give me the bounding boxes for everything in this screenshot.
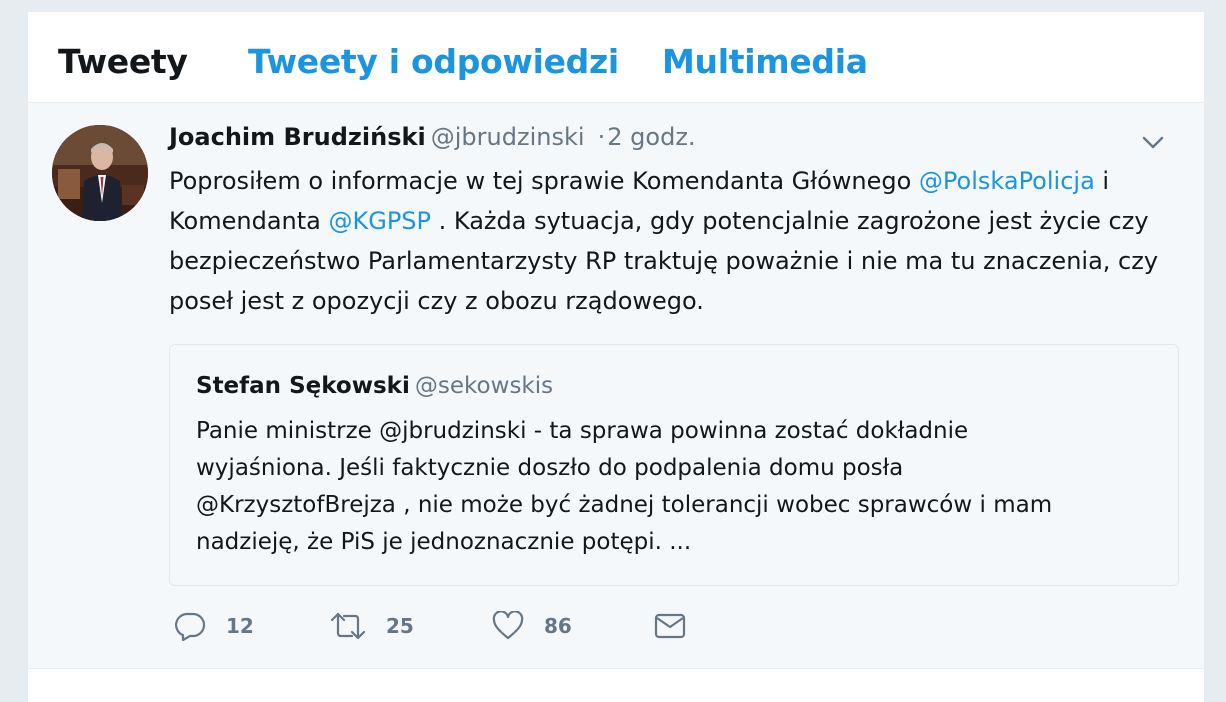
avatar-photo xyxy=(52,125,148,221)
retweet-button[interactable]: 25 xyxy=(330,611,414,641)
heart-icon xyxy=(492,611,524,640)
chevron-down-icon[interactable] xyxy=(1142,135,1164,149)
like-count: 86 xyxy=(544,614,572,638)
envelope-icon xyxy=(654,613,686,639)
quoted-text: Panie ministrze @jbrudzinski - ta sprawa… xyxy=(196,418,1053,555)
tweet[interactable]: Joachim Brudziński @jbrudzinski ·2 godz.… xyxy=(28,103,1204,669)
separator: · xyxy=(597,123,606,151)
reply-icon xyxy=(175,612,206,641)
quoted-author-name: Stefan Sękowski xyxy=(196,373,410,399)
mention-link[interactable]: @PolskaPolicja xyxy=(919,167,1095,195)
reply-button[interactable]: 12 xyxy=(174,611,254,641)
quoted-header: Stefan Sękowski @sekowskis xyxy=(196,373,553,399)
retweet-icon xyxy=(330,612,366,640)
profile-timeline: Tweety Tweety i odpowiedzi Multimedia Jo… xyxy=(28,12,1204,702)
tweet-text-part: Poprosiłem o informacje w tej sprawie Ko… xyxy=(169,167,919,195)
direct-message-button[interactable] xyxy=(654,611,686,641)
quoted-author-handle: @sekowskis xyxy=(414,373,554,399)
timeline-tabs: Tweety Tweety i odpowiedzi Multimedia xyxy=(28,12,1204,103)
like-button[interactable]: 86 xyxy=(492,611,572,641)
retweet-count: 25 xyxy=(386,614,414,638)
tab-tweets-and-replies[interactable]: Tweety i odpowiedzi xyxy=(248,42,619,82)
tab-tweets[interactable]: Tweety xyxy=(58,42,188,82)
author-handle[interactable]: @jbrudzinski xyxy=(431,123,585,151)
tweet-header: Joachim Brudziński @jbrudzinski ·2 godz. xyxy=(169,123,696,151)
tab-media[interactable]: Multimedia xyxy=(662,42,868,82)
quoted-tweet[interactable]: Stefan Sękowski @sekowskis Panie ministr… xyxy=(169,344,1179,586)
author-name[interactable]: Joachim Brudziński xyxy=(169,123,426,151)
mention-link[interactable]: @KGPSP xyxy=(328,207,431,235)
tweet-time[interactable]: 2 godz. xyxy=(607,123,695,151)
reply-count: 12 xyxy=(226,614,254,638)
avatar[interactable] xyxy=(52,125,148,221)
tweet-text: Poprosiłem o informacje w tej sprawie Ko… xyxy=(169,161,1179,321)
